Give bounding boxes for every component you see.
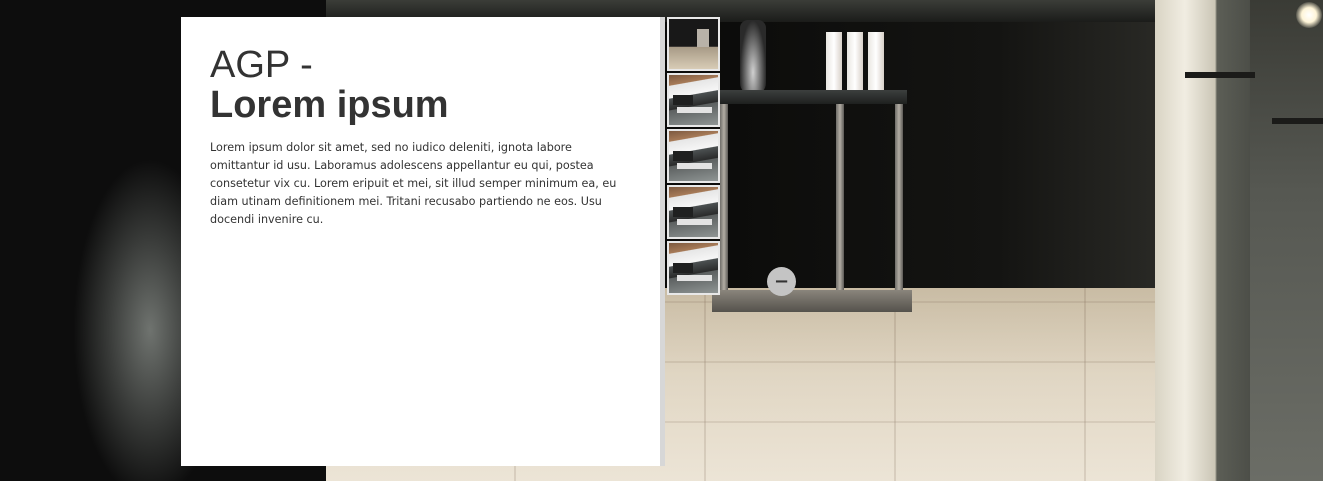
background-console-leg [895, 104, 903, 304]
background-lamp [1296, 2, 1322, 28]
info-panel: AGP - Lorem ipsum Lorem ipsum dolor sit … [181, 17, 665, 466]
thumbnail-interior[interactable] [667, 185, 720, 239]
thumbnail-strip [667, 17, 720, 297]
panel-title: Lorem ipsum [210, 84, 449, 126]
background-shelf [1272, 118, 1323, 124]
background-right-wall [1250, 0, 1323, 481]
thumbnail-console-scene[interactable] [667, 17, 720, 71]
thumbnail-interior[interactable] [667, 241, 720, 295]
background-console-leg [836, 104, 844, 304]
thumbnail-interior[interactable] [667, 73, 720, 127]
collapse-button[interactable]: − [767, 267, 796, 296]
background-console-leg [720, 104, 728, 304]
background-console-table [712, 90, 907, 104]
background-bottle [740, 20, 766, 95]
minus-icon: − [773, 270, 790, 292]
background-console-base [712, 290, 912, 312]
panel-description: Lorem ipsum dolor sit amet, sed no iudic… [210, 141, 617, 226]
panel-title-prefix: AGP - [210, 44, 313, 86]
thumbnail-interior[interactable] [667, 129, 720, 183]
background-shelf [1185, 72, 1255, 78]
